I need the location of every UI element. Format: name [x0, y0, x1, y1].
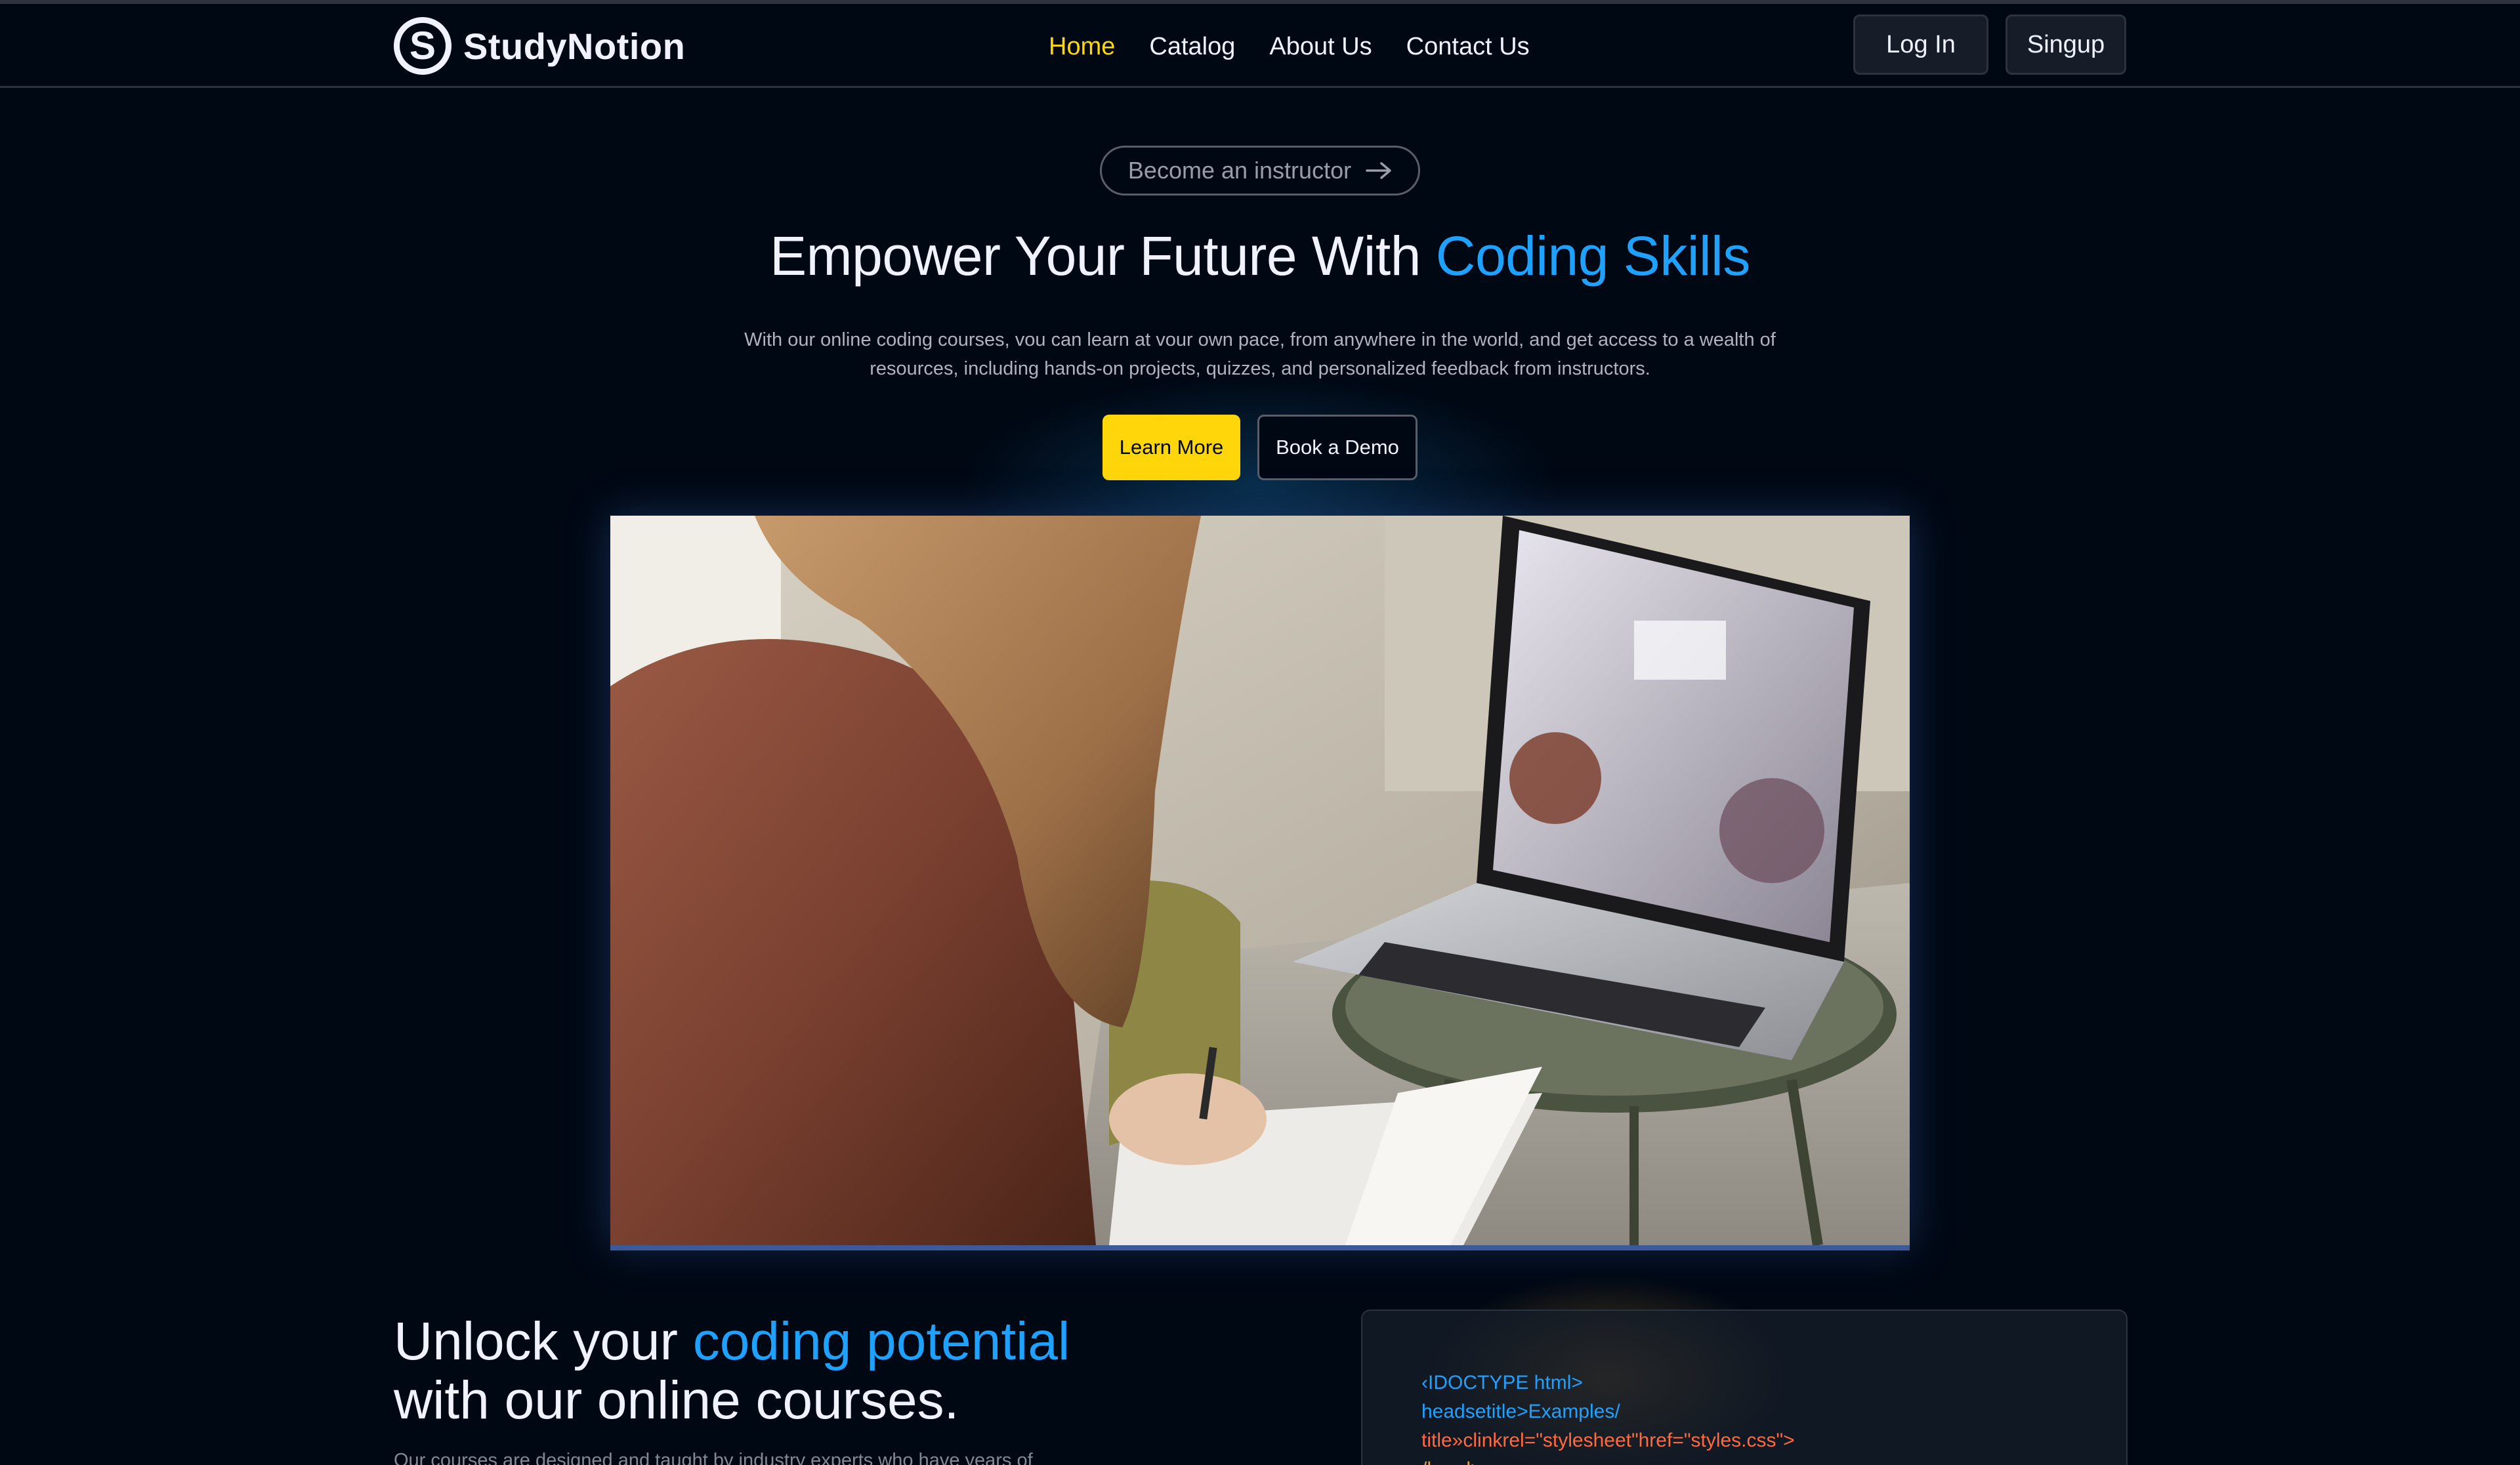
cta-row: Learn More Book a Demo [1102, 415, 1418, 480]
section-heading-plain-1: Unlock your [394, 1311, 693, 1371]
nav-link-about-us[interactable]: About Us [1269, 31, 1372, 62]
brand-name: StudyNotion [463, 25, 686, 67]
section-subtitle: Our courses are designed and taught by i… [394, 1450, 1033, 1465]
book-demo-button[interactable]: Book a Demo [1257, 415, 1418, 480]
code-lines: ‹IDOCTYPE html> headsetitle>Examples/ ti… [1421, 1369, 1795, 1465]
login-button[interactable]: Log In [1853, 14, 1988, 75]
section-heading-plain-2: with our online courses. [394, 1371, 959, 1430]
hero-photo-illustration [610, 516, 1910, 1245]
logo-icon: S [394, 17, 452, 75]
logo-letter: S [400, 23, 446, 69]
become-instructor-label: Become an instructor [1127, 157, 1352, 184]
section-heading: Unlock your coding potential with our onl… [394, 1312, 1247, 1430]
section-heading-accent: coding potential [692, 1311, 1070, 1371]
hero-title-plain: Empower Your Future With [770, 225, 1436, 287]
code-line: headsetitle>Examples/ [1421, 1401, 1620, 1422]
code-line: title»clinkrel="stylesheet"href="styles.… [1421, 1430, 1795, 1451]
learn-more-button[interactable]: Learn More [1102, 415, 1240, 480]
logo[interactable]: S StudyNotion [394, 16, 685, 76]
nav-links: Home Catalog About Us Contact Us [1049, 31, 1564, 62]
signup-button[interactable]: Singup [2006, 14, 2126, 75]
hero-title-accent: Coding Skills [1435, 225, 1751, 287]
nav-link-home[interactable]: Home [1049, 31, 1115, 62]
code-line: ‹IDOCTYPE html> [1421, 1372, 1583, 1393]
nav-link-catalog[interactable]: Catalog [1149, 31, 1235, 62]
arrow-right-icon [1366, 162, 1391, 179]
hero-title: Empower Your Future With Coding Skills [0, 224, 2520, 288]
hero-photo [610, 516, 1910, 1245]
auth-buttons: Log In Singup [1853, 14, 2126, 75]
code-line: /head> [1421, 1455, 1795, 1465]
become-instructor-button[interactable]: Become an instructor [1100, 146, 1420, 196]
navbar: S StudyNotion Home Catalog About Us Cont… [0, 4, 2520, 88]
nav-link-contact-us[interactable]: Contact Us [1406, 31, 1530, 62]
